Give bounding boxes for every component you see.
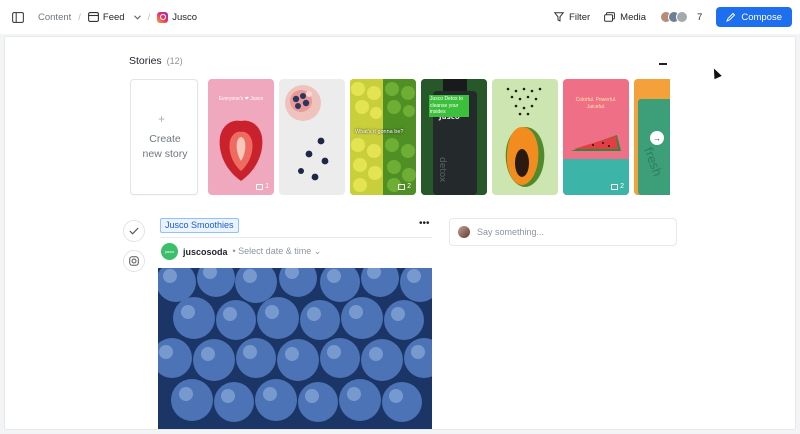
compose-button[interactable]: Compose (716, 7, 792, 27)
story-comment-count: 1 (265, 183, 269, 190)
story-comments: 2 (611, 183, 624, 190)
story-card[interactable]: Jusco detox Jusco Detox to cleanse your … (421, 79, 487, 195)
campaign-tag[interactable]: Jusco Smoothies (160, 218, 239, 233)
strawberry-image (219, 120, 263, 181)
main-panel: Stories (12) + Create new story Everyone… (4, 36, 796, 430)
instagram-outline-icon (129, 256, 139, 266)
date-time-picker[interactable]: • Select date & time ⌄ (233, 246, 322, 257)
account-avatar: jusco (161, 243, 178, 260)
create-story-label: Create (149, 133, 181, 145)
comment-icon (611, 183, 619, 190)
breadcrumb-separator: / (78, 11, 81, 23)
create-story-button[interactable]: + Create new story (130, 79, 198, 195)
media-icon (604, 12, 616, 22)
feed-icon (87, 12, 99, 22)
collaborators[interactable]: 7 (660, 11, 702, 23)
papaya-image (505, 87, 545, 187)
chevron-down-icon[interactable] (133, 14, 141, 20)
filter-label: Filter (569, 11, 591, 23)
avatar (458, 226, 470, 238)
comment-input[interactable]: Say something... (449, 218, 677, 246)
lime-lemon-image (350, 79, 416, 195)
collapse-stories-button[interactable] (659, 63, 667, 65)
breadcrumb-channel[interactable]: Jusco (157, 11, 198, 23)
plus-icon: + (158, 112, 166, 126)
story-comment-count: 2 (620, 183, 624, 190)
story-card[interactable]: Colorful. Powerful. Juiceful. 2 (563, 79, 629, 195)
blueberry-bowl-image (285, 85, 329, 181)
comment-placeholder: Say something... (477, 227, 545, 237)
story-card[interactable] (492, 79, 558, 195)
stories-row: + Create new story Everyone's ❤ Jusco 1 (130, 78, 670, 196)
story-comments: 2 (398, 183, 411, 190)
story-card[interactable]: Everyone's ❤ Jusco 1 (208, 79, 274, 195)
media-label: Media (620, 11, 647, 23)
chevron-down-icon: ⌄ (313, 246, 322, 256)
pencil-icon (726, 12, 736, 22)
instagram-channel-button[interactable] (123, 250, 145, 272)
channel-label: Jusco (172, 11, 198, 23)
stories-heading: Stories (12) (129, 55, 183, 67)
story-comments: 1 (256, 183, 269, 190)
avatar (676, 11, 689, 23)
date-time-placeholder: Select date & time (238, 246, 312, 256)
story-caption: Colorful. Powerful. Juiceful. (575, 97, 617, 110)
approve-button[interactable] (123, 220, 145, 242)
plums-photo (158, 268, 432, 429)
stories-next-button[interactable]: → (650, 131, 664, 145)
breadcrumb-content[interactable]: Content (38, 12, 71, 23)
post-image[interactable] (158, 268, 432, 429)
top-bar: Content / Feed / Jusco Filter Media 7 Co… (0, 0, 800, 34)
filter-icon (554, 12, 565, 22)
story-card[interactable]: What's it gonna be? 2 (350, 79, 416, 195)
collaborators-count: 7 (697, 11, 703, 23)
account-logo-text: jusco (164, 249, 175, 254)
breadcrumb-feed[interactable]: Feed (87, 11, 141, 23)
comment-icon (398, 183, 406, 190)
stories-title: Stories (129, 55, 162, 67)
stories-count: (12) (166, 56, 183, 66)
story-caption: Jusco Detox to cleanse your insides (429, 95, 469, 117)
account-name[interactable]: juscosoda (183, 247, 228, 257)
feed-label: Feed (102, 11, 125, 23)
instagram-icon (157, 11, 169, 23)
avatar-stack (660, 11, 689, 23)
post-account-row: jusco juscosoda • Select date & time ⌄ (161, 243, 321, 260)
filter-button[interactable]: Filter (554, 12, 590, 23)
svg-text:detox: detox (437, 157, 447, 183)
story-card[interactable] (279, 79, 345, 195)
sidebar-toggle-icon[interactable] (10, 9, 26, 25)
breadcrumb-separator: / (147, 11, 151, 23)
comment-icon (256, 183, 264, 190)
story-comment-count: 2 (407, 183, 411, 190)
more-options-icon[interactable]: ••• (419, 218, 430, 229)
compose-label: Compose (741, 11, 782, 23)
story-caption: What's it gonna be? (355, 129, 404, 135)
checkmark-icon (129, 227, 139, 235)
divider (160, 237, 432, 238)
story-caption: Everyone's ❤ Jusco (218, 96, 264, 102)
media-button[interactable]: Media (604, 12, 646, 23)
create-story-label: new story (142, 148, 188, 160)
